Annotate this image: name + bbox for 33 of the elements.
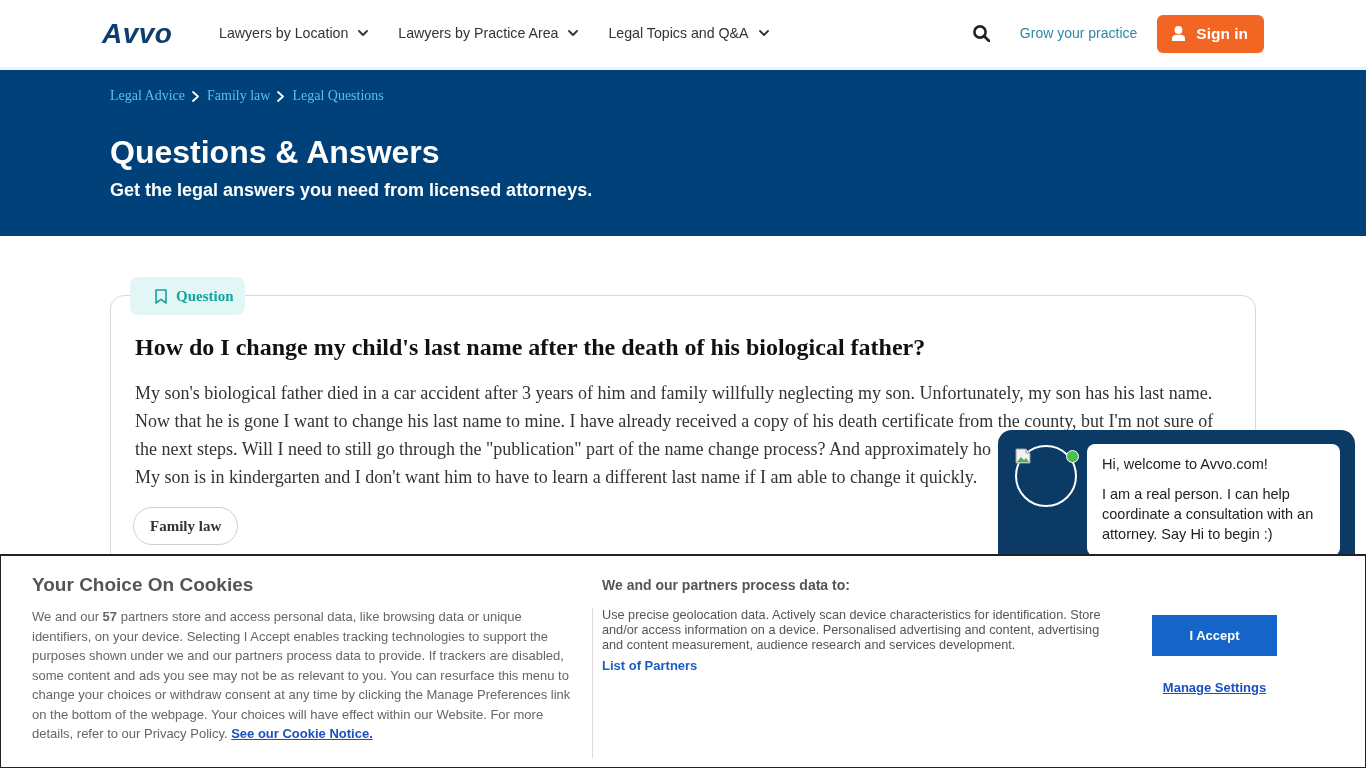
cookie-notice-link[interactable]: See our Cookie Notice. [231,726,373,741]
chevron-right-icon [192,90,200,102]
question-text: My son is in kindergarten and I don't want him to have to learn a different last name if I am able to change it quickly. [135,466,978,489]
breadcrumb-link[interactable]: Family law [207,86,271,106]
nav-menu-link[interactable]: Legal Topics and Q&A [608,22,769,45]
purposes-heading: We and our partners process data to: [601,576,851,594]
chat-greeting: Hi, welcome to Avvo.com! [1102,455,1269,474]
purposes-text: Use precise geolocation data. Actively scan device characteristics for identification. Store and/or access information on a device. Personalised advertising and content, advertising and content measurement, audience research and services development. [602,608,1102,653]
manage-settings-link[interactable]: Manage Settings [1162,679,1267,697]
chevron-down-icon [758,30,769,37]
page-title: Questions & Answers [110,133,441,171]
cookie-title: Your Choice On Cookies [32,573,255,597]
grow-practice-link[interactable]: Grow your practice [1019,23,1138,44]
bookmark-icon [155,288,167,304]
chat-message: I am a real person. I can help coordinate a consultation with an attorney. Say Hi to begin :) [1102,485,1315,544]
chevron-right-icon [277,90,285,102]
nav-menu-link[interactable]: Lawyers by Practice Area [398,22,579,45]
partners-link[interactable]: List of Partners [602,658,698,674]
question-title: How do I change my child's last name after the death of his biological father? [135,333,927,362]
chevron-down-icon [568,30,579,37]
broken-image-icon [1015,448,1031,464]
chevron-down-icon [358,30,369,37]
breadcrumb-link[interactable]: Legal Questions [292,86,384,106]
logo[interactable]: Avvo [102,18,174,49]
cookie-text: We and our 57 partners store and access personal data, like browsing data or unique identifiers, on your device. Selecting I Accept enables tracking technologies to support the purposes shown under we and our partners process data to provide. If trackers are disabled, some content and ads you see may not be as relevant to you. You can resurface this menu to change your choices or withdraw consent at any time by clicking the Manage Preferences link on the bottom of the webpage. Your choices will have effect within our Website. For more details, refer to our Privacy Policy. See our Cookie Notice. [32,608,572,743]
question-label: Question [130,277,245,315]
breadcrumb-link[interactable]: Legal Advice [110,86,186,106]
accept-button[interactable]: I Accept [1152,615,1277,656]
page-subtitle: Get the legal answers you need from licensed attorneys. [110,179,594,202]
user-icon [1172,26,1186,41]
nav-menu-link[interactable]: Lawyers by Location [219,22,369,45]
search-icon[interactable] [972,25,990,42]
question-text: the next steps. Will I need to still go through the "publication" part of the name change process? And approximately ho [135,438,991,461]
